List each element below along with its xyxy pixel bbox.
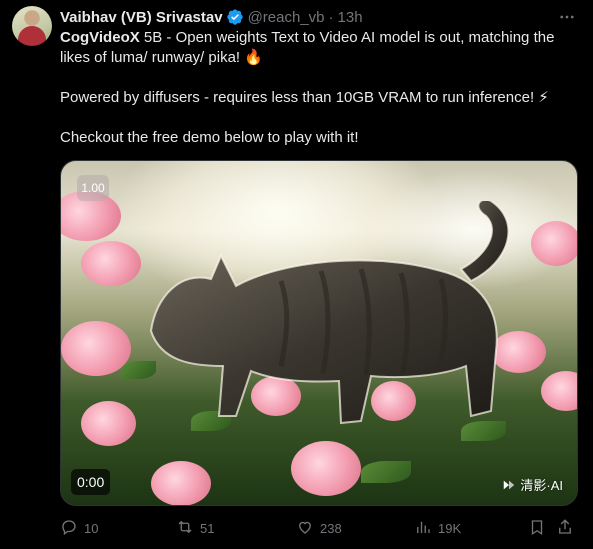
verified-icon (226, 8, 244, 26)
timestamp[interactable]: 13h (338, 9, 363, 26)
tweet-bold-term: CogVideoX (60, 29, 140, 46)
views-count: 19K (438, 520, 462, 536)
bookmark-button[interactable] (528, 518, 546, 538)
flower (81, 401, 136, 446)
like-count: 238 (320, 520, 342, 536)
reply-count: 10 (84, 520, 99, 536)
cat-image (149, 201, 510, 425)
tweet-line-2: Powered by diffusers - requires less tha… (60, 89, 549, 106)
playback-speed-badge[interactable]: 1.00 (77, 175, 109, 201)
tweet-header: Vaibhav (VB) Srivastav @reach_vb · 13h (60, 6, 583, 28)
repost-button[interactable]: 51 (176, 518, 214, 538)
views-icon (414, 518, 432, 539)
like-button[interactable]: 238 (296, 518, 342, 538)
bookmark-icon (528, 518, 546, 539)
author-name[interactable]: Vaibhav (VB) Srivastav (60, 9, 223, 26)
flower (291, 441, 361, 496)
video-player[interactable]: 1.00 0:00 清影·AI (60, 160, 578, 506)
video-timestamp: 0:00 (71, 469, 111, 495)
watermark-logo-icon (504, 480, 515, 489)
repost-icon (176, 518, 194, 539)
flower (541, 371, 577, 411)
views-button[interactable]: 19K (414, 518, 461, 538)
tweet-line-3: Checkout the free demo below to play wit… (60, 129, 359, 146)
leaf (361, 461, 411, 483)
reply-icon (60, 518, 78, 539)
watermark-text: 清影·AI (520, 478, 563, 493)
share-button[interactable] (556, 518, 574, 538)
flower (151, 461, 211, 505)
like-icon (296, 518, 314, 539)
share-icon (556, 518, 574, 539)
separator-dot: · (328, 8, 334, 26)
tweet[interactable]: Vaibhav (VB) Srivastav @reach_vb · 13h C… (0, 0, 593, 549)
repost-count: 51 (200, 520, 215, 536)
video-watermark: 清影·AI (502, 475, 563, 494)
author-handle[interactable]: @reach_vb (248, 9, 325, 26)
avatar[interactable] (12, 6, 52, 46)
reply-button[interactable]: 10 (60, 518, 98, 538)
tweet-line-1: CogVideoX 5B - Open weights Text to Vide… (60, 28, 582, 68)
flower (81, 241, 141, 286)
tweet-text: CogVideoX 5B - Open weights Text to Vide… (60, 28, 582, 148)
action-bar: 10 51 238 19K (60, 516, 582, 540)
flower (531, 221, 577, 266)
more-icon[interactable] (555, 6, 579, 28)
